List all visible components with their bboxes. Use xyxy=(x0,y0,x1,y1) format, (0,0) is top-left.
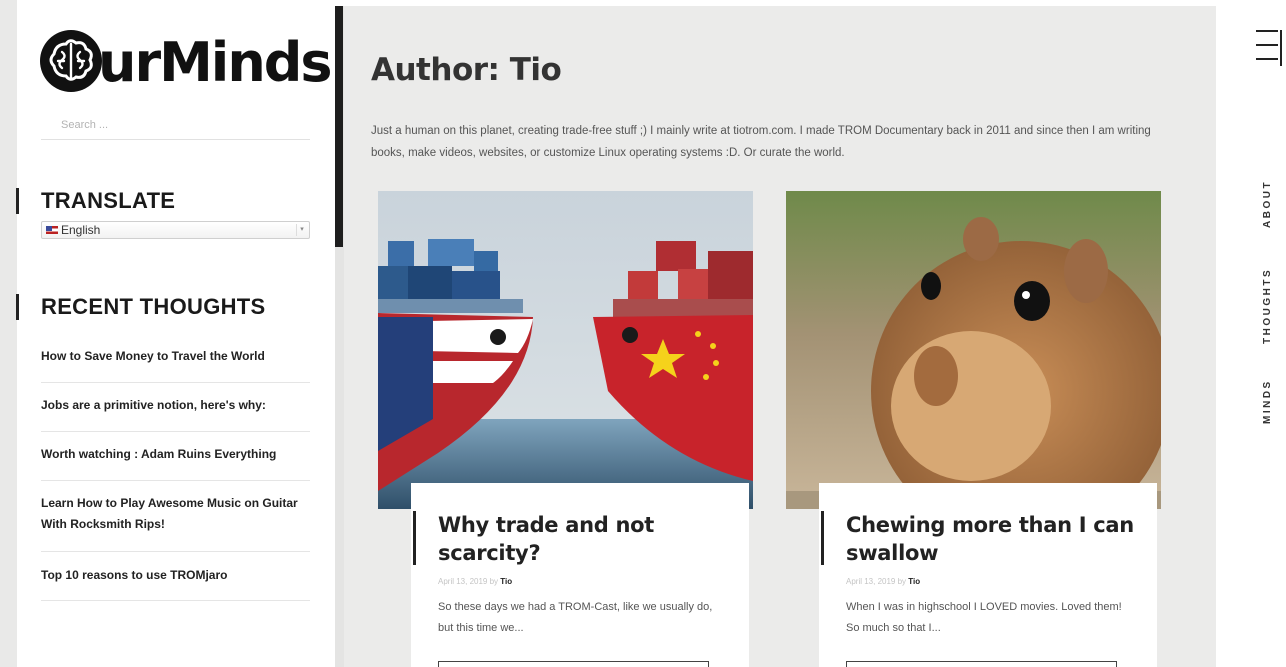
recent-link[interactable]: Jobs are a primitive notion, here's why: xyxy=(41,383,310,432)
sidebar-scrollbar-thumb[interactable] xyxy=(335,6,343,247)
post-image-ships[interactable] xyxy=(378,191,753,509)
post-author[interactable]: Tio xyxy=(500,577,512,586)
post-date: April 13, 2019 xyxy=(438,577,488,586)
post-by: by xyxy=(897,577,907,586)
post-author[interactable]: Tio xyxy=(908,577,920,586)
post-date: April 13, 2019 xyxy=(846,577,896,586)
nav-thoughts[interactable]: THOUGHTS xyxy=(1262,268,1273,344)
read-more-button[interactable] xyxy=(846,661,1117,667)
read-more-button[interactable] xyxy=(438,661,709,667)
author-bio: Just a human on this planet, creating tr… xyxy=(371,125,1151,159)
recent-title: RECENT THOUGHTS xyxy=(41,294,266,319)
recent-link[interactable]: Top 10 reasons to use TROMjaro xyxy=(41,552,310,601)
us-flag-icon xyxy=(46,226,58,234)
main-content: Author: Tio Just a human on this planet,… xyxy=(344,6,1216,667)
post-accent-bar xyxy=(413,511,416,565)
recent-thoughts-list: How to Save Money to Travel the World Jo… xyxy=(41,340,310,601)
logo-text: urMinds xyxy=(98,31,333,94)
recent-link[interactable]: How to Save Money to Travel the World xyxy=(41,340,310,383)
post-excerpt: When I was in highschool I LOVED movies.… xyxy=(846,601,1122,634)
search-input[interactable] xyxy=(41,111,310,140)
chipmunk-image xyxy=(786,191,1161,509)
cargo-ships-image xyxy=(378,191,753,509)
language-selected: English xyxy=(61,223,101,237)
recent-link[interactable]: Worth watching : Adam Ruins Everything xyxy=(41,432,310,481)
site-logo[interactable]: urMinds xyxy=(38,22,333,102)
chevron-down-icon: ▾ xyxy=(296,224,307,236)
post-meta: April 13, 2019 by Tio xyxy=(846,577,920,586)
post-title[interactable]: Why trade and not scarcity? xyxy=(438,511,738,567)
post-card: Chewing more than I can swallow April 13… xyxy=(819,483,1157,667)
translate-title: TRANSLATE xyxy=(41,188,176,213)
post-card: Why trade and not scarcity? April 13, 20… xyxy=(411,483,749,667)
page-title: Author: Tio xyxy=(371,52,562,88)
language-select[interactable]: English ▾ xyxy=(41,221,310,239)
translate-accent-bar xyxy=(16,188,19,214)
nav-minds[interactable]: MINDS xyxy=(1262,379,1273,424)
vertical-nav: ABOUT THOUGHTS MINDS xyxy=(1262,168,1282,428)
brain-logo-icon xyxy=(40,30,102,92)
post-title[interactable]: Chewing more than I can swallow xyxy=(846,511,1146,567)
post-excerpt: So these days we had a TROM-Cast, like w… xyxy=(438,601,713,634)
hamburger-menu-icon[interactable] xyxy=(1256,28,1282,66)
post-image-chipmunk[interactable] xyxy=(786,191,1161,509)
window-left-edge xyxy=(0,0,17,667)
post-meta: April 13, 2019 by Tio xyxy=(438,577,512,586)
post-by: by xyxy=(489,577,499,586)
post-accent-bar xyxy=(821,511,824,565)
recent-link[interactable]: Learn How to Play Awesome Music on Guita… xyxy=(41,481,310,552)
recent-accent-bar xyxy=(16,294,19,320)
nav-about[interactable]: ABOUT xyxy=(1262,180,1273,228)
